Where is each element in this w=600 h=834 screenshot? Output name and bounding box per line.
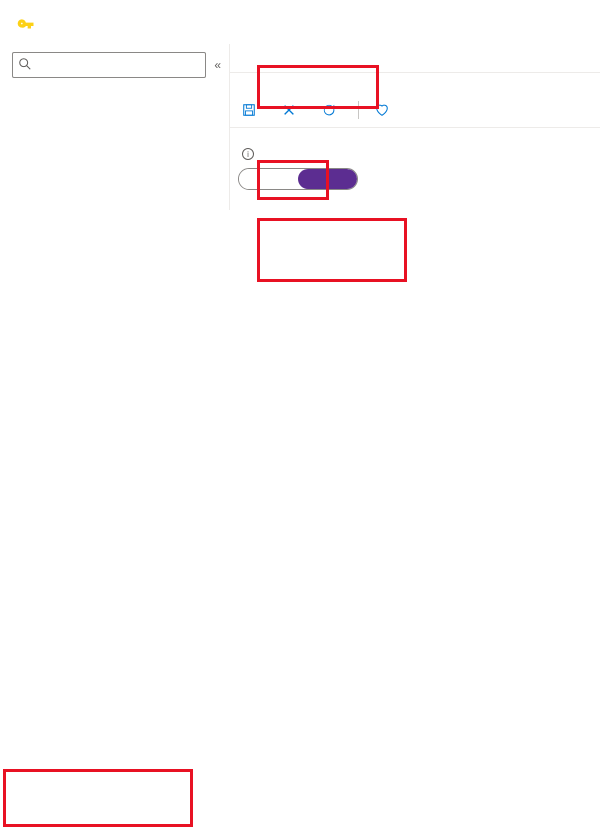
refresh-button[interactable] (314, 99, 350, 121)
info-icon[interactable]: i (242, 148, 254, 160)
status-toggle[interactable] (238, 168, 358, 190)
highlight-box (257, 218, 407, 282)
heart-icon (375, 103, 389, 117)
key-icon (16, 16, 36, 36)
status-section: i (230, 128, 600, 210)
search-icon (18, 57, 32, 71)
feedback-button[interactable] (367, 99, 403, 121)
sidebar: « (0, 44, 230, 210)
page-header (0, 0, 600, 44)
tabs (230, 44, 600, 73)
toggle-off[interactable] (239, 169, 298, 189)
toggle-on[interactable] (298, 169, 357, 189)
discard-button[interactable] (274, 99, 310, 121)
discard-icon (282, 103, 296, 117)
highlight-box (3, 769, 193, 827)
save-icon (242, 103, 256, 117)
content-pane: i (230, 44, 600, 210)
status-label: i (238, 148, 592, 160)
refresh-icon (322, 103, 336, 117)
description-text (230, 73, 600, 93)
save-button[interactable] (234, 99, 270, 121)
collapse-sidebar-button[interactable]: « (214, 58, 221, 72)
search-input[interactable] (12, 52, 206, 78)
toolbar-divider (358, 101, 359, 119)
toolbar (230, 93, 600, 128)
